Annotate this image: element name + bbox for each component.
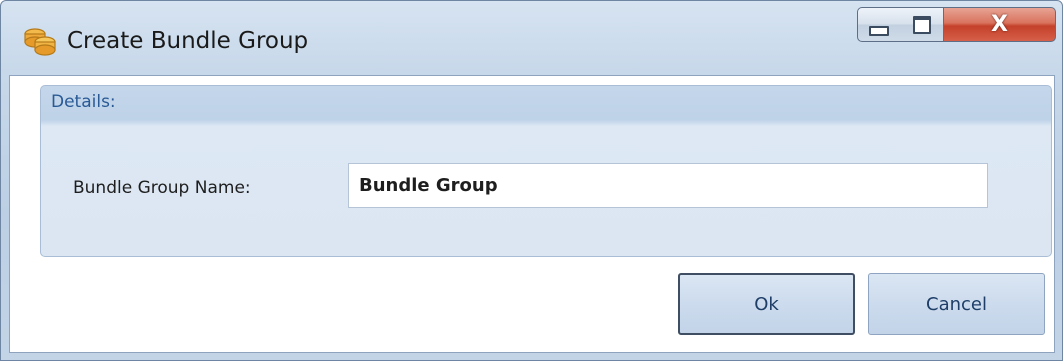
title-bar[interactable]: Create Bundle Group X xyxy=(1,1,1062,75)
minimize-icon xyxy=(869,25,889,36)
close-icon: X xyxy=(991,11,1008,37)
bundle-group-icon xyxy=(24,28,56,56)
maximize-button[interactable] xyxy=(900,7,944,42)
cancel-button[interactable]: Cancel xyxy=(868,273,1045,335)
details-group: Details: Bundle Group Name: xyxy=(40,85,1052,257)
bundle-group-name-input[interactable] xyxy=(348,163,988,208)
create-bundle-group-dialog: Create Bundle Group X Details: Bundle Gr… xyxy=(0,0,1063,361)
dialog-body: Details: Bundle Group Name: Ok Cancel xyxy=(9,75,1055,353)
maximize-icon xyxy=(912,15,931,34)
close-button[interactable]: X xyxy=(944,7,1056,42)
minimize-button[interactable] xyxy=(857,7,901,42)
ok-button[interactable]: Ok xyxy=(678,273,855,335)
window-title: Create Bundle Group xyxy=(67,28,309,54)
bundle-group-name-label: Bundle Group Name: xyxy=(73,178,251,198)
details-group-title: Details: xyxy=(51,92,116,112)
